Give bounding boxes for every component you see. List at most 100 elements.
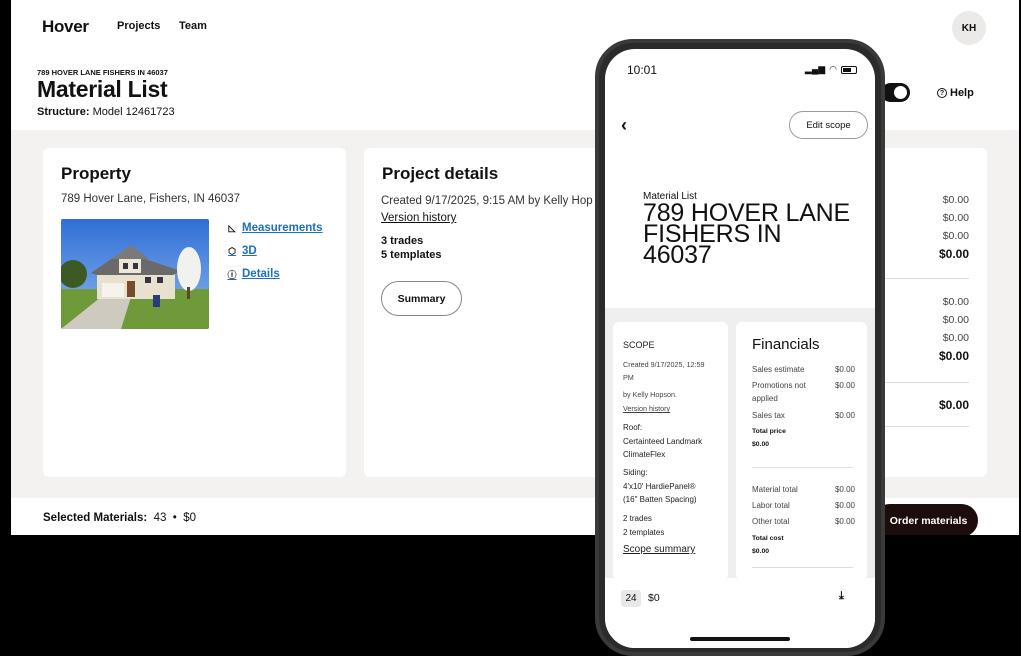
roof-line-2: ClimateFlex [623, 450, 666, 459]
roof-line-1: Certainteed Landmark [623, 437, 703, 446]
home-indicator[interactable] [690, 637, 790, 641]
count-badge: 24 [621, 590, 641, 607]
labor-total-row: Labor total $0.00 [752, 499, 855, 512]
version-history-link[interactable]: Version history [381, 212, 456, 224]
project-trades: 3 trades [381, 235, 424, 247]
edit-scope-button[interactable]: Edit scope [789, 111, 868, 139]
scope-label: SCOPE [623, 340, 655, 350]
total-price-label: Total price [752, 428, 786, 435]
phone-frame: 10:01 ▂▄▆ ◠ ‹ Edit scope Material List 7… [595, 39, 885, 656]
property-card: Property 789 Hover Lane, Fishers, IN 460… [43, 148, 346, 477]
scope-created-pm: PM [623, 373, 634, 382]
scope-card: SCOPE Created 9/17/2025, 12:59 PM by Kel… [613, 322, 728, 580]
divider [752, 467, 853, 468]
selected-materials: Selected Materials: 43 • $0 [43, 512, 196, 524]
phone-footer-amount: $0 [648, 592, 660, 604]
sales-tax-value: $0.00 [834, 411, 855, 420]
total-cost-label: Total cost [752, 535, 784, 542]
separator-dot: • [172, 512, 177, 524]
wifi-icon: ◠ [829, 64, 837, 74]
sales-estimate-label: Sales estimate [752, 365, 805, 374]
promotions-value: $0.00 [834, 381, 855, 390]
help-label: Help [950, 87, 974, 99]
fin-value: $0.00 [942, 314, 969, 326]
divider [752, 567, 853, 568]
promotions-label: Promotions not applied [752, 381, 806, 403]
back-chevron-icon[interactable]: ‹ [621, 115, 627, 136]
scope-version-history-link[interactable]: Version history [623, 402, 670, 415]
fin-value: $0.00 [942, 194, 969, 206]
total-cost-value: $0.00 [752, 548, 770, 555]
project-details-title: Project details [382, 164, 499, 183]
structure-label: Structure: [37, 106, 90, 118]
sales-tax-row: Sales tax $0.00 [752, 409, 855, 422]
property-links: ◺ Measurements ⬡ 3D ⓘ Details [227, 222, 323, 291]
fin-total: $0.00 [938, 349, 969, 363]
material-total-label: Material total [752, 485, 798, 494]
divider [881, 278, 969, 279]
ruler-icon: ◺ [228, 222, 236, 233]
info-icon: ⓘ [227, 269, 237, 280]
material-total-row: Material total $0.00 [752, 483, 855, 496]
phone-content: SCOPE Created 9/17/2025, 12:59 PM by Kel… [605, 308, 875, 580]
battery-icon [841, 65, 857, 74]
measurements-link[interactable]: ◺ Measurements [227, 222, 323, 234]
siding-line-1: 4'x10' HardiePanel® [623, 482, 696, 491]
other-total-row: Other total $0.00 [752, 515, 855, 528]
siding-line-2: (16" Batten Spacing) [623, 495, 697, 504]
project-created: Created 9/17/2025, 9:15 AM by Kelly Hop [381, 195, 593, 207]
selected-label: Selected Materials: [43, 512, 148, 524]
project-details-card: Project details Created 9/17/2025, 9:15 … [364, 148, 619, 477]
siding-label: Siding: [623, 468, 648, 477]
phone-title: 789 HOVER LANE FISHERS IN 46037 [643, 199, 851, 269]
fin-value: $0.00 [942, 212, 969, 224]
hover-logo[interactable]: Hover [42, 17, 89, 37]
scope-by: by Kelly Hopson. [623, 390, 677, 399]
measurements-label: Measurements [242, 222, 323, 234]
order-materials-button[interactable]: Order materials [873, 504, 978, 535]
labor-total-label: Labor total [752, 501, 790, 510]
nav-projects[interactable]: Projects [117, 20, 160, 32]
help-button[interactable]: ? Help [937, 87, 974, 99]
roof-label: Roof: [623, 423, 643, 432]
scope-trades: 2 trades [623, 514, 652, 523]
phone-screen: 10:01 ▂▄▆ ◠ ‹ Edit scope Material List 7… [605, 49, 875, 648]
cube-icon: ⬡ [228, 245, 236, 256]
structure-value: Model 12461723 [92, 106, 175, 118]
selected-count: 43 [153, 512, 167, 524]
view-toggle[interactable] [881, 83, 910, 102]
labor-total-value: $0.00 [834, 501, 855, 510]
sales-estimate-value: $0.00 [834, 365, 855, 374]
fin-value: $0.00 [942, 332, 969, 344]
scope-templates: 2 templates [623, 528, 665, 537]
avatar[interactable]: KH [952, 11, 986, 45]
scope-summary-link[interactable]: Scope summary [623, 543, 695, 556]
fin-grand-total: $0.00 [938, 398, 969, 412]
financials-card: $0.00 $0.00 $0.00 $0.00 $0.00 $0.00 $0.0… [881, 148, 987, 477]
scope-created: Created 9/17/2025, 12:59 [623, 360, 705, 369]
other-total-label: Other total [752, 517, 790, 526]
sales-tax-label: Sales tax [752, 411, 785, 420]
property-title: Property [61, 164, 131, 183]
structure-info: Structure: Model 12461723 [37, 106, 175, 118]
material-total-value: $0.00 [834, 485, 855, 494]
signal-icon: ▂▄▆ [804, 64, 826, 74]
nav-team[interactable]: Team [179, 20, 207, 32]
project-templates: 5 templates [381, 249, 442, 261]
phone-financials-card: Financials Sales estimate $0.00 Promotio… [736, 322, 867, 580]
house-photo[interactable] [61, 219, 209, 329]
financials-title: Financials [752, 336, 820, 353]
property-address: 789 Hover Lane, Fishers, IN 46037 [61, 193, 240, 205]
details-label: Details [242, 268, 280, 280]
status-icons: ▂▄▆ ◠ [805, 64, 857, 75]
3d-link[interactable]: ⬡ 3D [227, 245, 323, 257]
download-icon[interactable]: ⤓ [839, 590, 844, 603]
other-total-value: $0.00 [834, 517, 855, 526]
3d-label: 3D [242, 245, 257, 257]
phone-footer: 24 $0 ⤓ [605, 578, 875, 648]
summary-button[interactable]: Summary [381, 281, 462, 316]
details-link[interactable]: ⓘ Details [227, 268, 323, 280]
fin-value: $0.00 [942, 230, 969, 242]
page-title: Material List [37, 76, 168, 102]
promotions-row: Promotions not applied $0.00 [752, 379, 855, 405]
